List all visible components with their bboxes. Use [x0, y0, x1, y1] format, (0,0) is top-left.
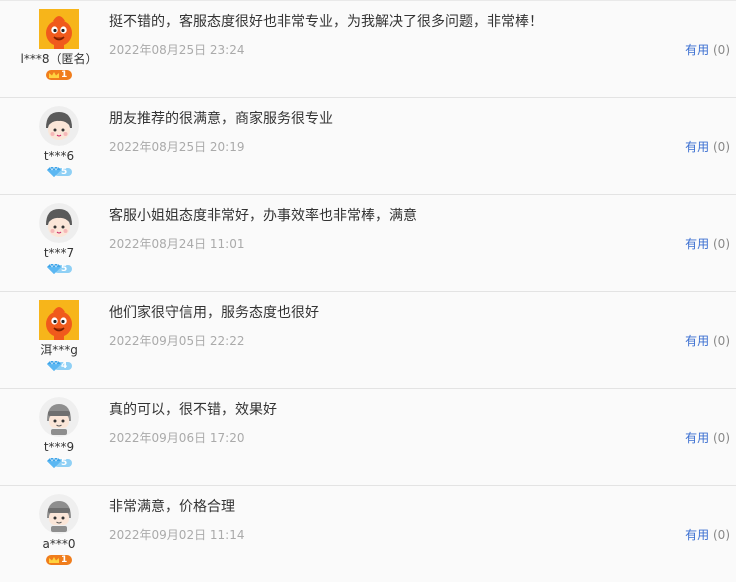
- useful-button[interactable]: 有用 (0): [685, 429, 730, 446]
- useful-label: 有用: [685, 528, 710, 542]
- review-item: t***9 5 真的可以，很不错，效果好 2022年09月06日 17:20 有…: [0, 388, 736, 485]
- useful-label: 有用: [685, 334, 710, 348]
- review-date: 2022年09月05日 22:22: [109, 334, 245, 348]
- review-list: l***8（匿名） 1 挺不错的，客服态度很好也非常专业，为我解决了很多问题，非…: [0, 0, 736, 582]
- useful-button[interactable]: 有用 (0): [685, 332, 730, 349]
- review-item: t***7 5 客服小姐姐态度非常好，办事效率也非常棒，满意 2022年08月2…: [0, 194, 736, 291]
- review-item: l***8（匿名） 1 挺不错的，客服态度很好也非常专业，为我解决了很多问题，非…: [0, 0, 736, 97]
- review-content: 客服小姐姐态度非常好，办事效率也非常棒，满意: [109, 208, 417, 224]
- review-item: t***6 5 朋友推荐的很满意，商家服务很专业 2022年08月25日 20:…: [0, 97, 736, 194]
- review-content: 他们家很守信用，服务态度也很好: [109, 305, 319, 321]
- useful-button[interactable]: 有用 (0): [685, 235, 730, 252]
- review-content: 真的可以，很不错，效果好: [109, 402, 277, 418]
- reviewer-info: 洱***g 4: [18, 300, 100, 372]
- badge-level: 5: [61, 458, 68, 468]
- useful-button[interactable]: 有用 (0): [685, 526, 730, 543]
- badge-level: 1: [61, 555, 68, 565]
- useful-button[interactable]: 有用 (0): [685, 41, 730, 58]
- reviewer-info: t***6 5: [18, 106, 100, 178]
- useful-label: 有用: [685, 431, 710, 445]
- review-content: 非常满意，价格合理: [109, 499, 235, 515]
- review-item: 洱***g 4 他们家很守信用，服务态度也很好 2022年09月05日 22:2…: [0, 291, 736, 388]
- crown-badge-icon: 1: [46, 69, 72, 81]
- useful-count: (0): [713, 528, 730, 542]
- reviewer-name: t***9: [43, 440, 75, 454]
- orange-mascot-avatar: [39, 300, 79, 340]
- review-content: 朋友推荐的很满意，商家服务很专业: [109, 111, 333, 127]
- diamond-badge-icon: 5: [46, 166, 72, 178]
- useful-button[interactable]: 有用 (0): [685, 138, 730, 155]
- reviewer-name: t***7: [43, 246, 75, 260]
- badge-level: 5: [61, 264, 68, 274]
- helmet-avatar: [39, 397, 79, 437]
- useful-count: (0): [713, 140, 730, 154]
- crown-badge-icon: 1: [46, 554, 72, 566]
- orange-mascot-avatar: [39, 9, 79, 49]
- reviewer-info: t***7 5: [18, 203, 100, 275]
- review-date: 2022年08月24日 11:01: [109, 237, 245, 251]
- useful-label: 有用: [685, 140, 710, 154]
- diamond-badge-icon: 5: [46, 457, 72, 469]
- badge-level: 1: [61, 70, 68, 80]
- badge-level: 4: [61, 361, 68, 371]
- badge-level: 5: [61, 167, 68, 177]
- useful-count: (0): [713, 43, 730, 57]
- useful-count: (0): [713, 237, 730, 251]
- useful-count: (0): [713, 334, 730, 348]
- diamond-badge-icon: 5: [46, 263, 72, 275]
- review-date: 2022年09月06日 17:20: [109, 431, 245, 445]
- reviewer-name: 洱***g: [40, 343, 78, 357]
- review-item: a***0 1 非常满意，价格合理 2022年09月02日 11:14 有用 (…: [0, 485, 736, 582]
- review-date: 2022年08月25日 23:24: [109, 43, 245, 57]
- girl-avatar: [39, 203, 79, 243]
- useful-label: 有用: [685, 43, 710, 57]
- reviewer-info: a***0 1: [18, 494, 100, 566]
- reviewer-name: a***0: [42, 537, 76, 551]
- reviewer-name: t***6: [43, 149, 75, 163]
- review-date: 2022年08月25日 20:19: [109, 140, 245, 154]
- girl-avatar: [39, 106, 79, 146]
- review-content: 挺不错的，客服态度很好也非常专业，为我解决了很多问题，非常棒！: [109, 14, 543, 30]
- review-date: 2022年09月02日 11:14: [109, 528, 245, 542]
- diamond-badge-icon: 4: [46, 360, 72, 372]
- useful-count: (0): [713, 431, 730, 445]
- reviewer-name: l***8（匿名）: [20, 52, 98, 66]
- useful-label: 有用: [685, 237, 710, 251]
- reviewer-info: l***8（匿名） 1: [18, 9, 100, 81]
- reviewer-info: t***9 5: [18, 397, 100, 469]
- helmet-avatar: [39, 494, 79, 534]
